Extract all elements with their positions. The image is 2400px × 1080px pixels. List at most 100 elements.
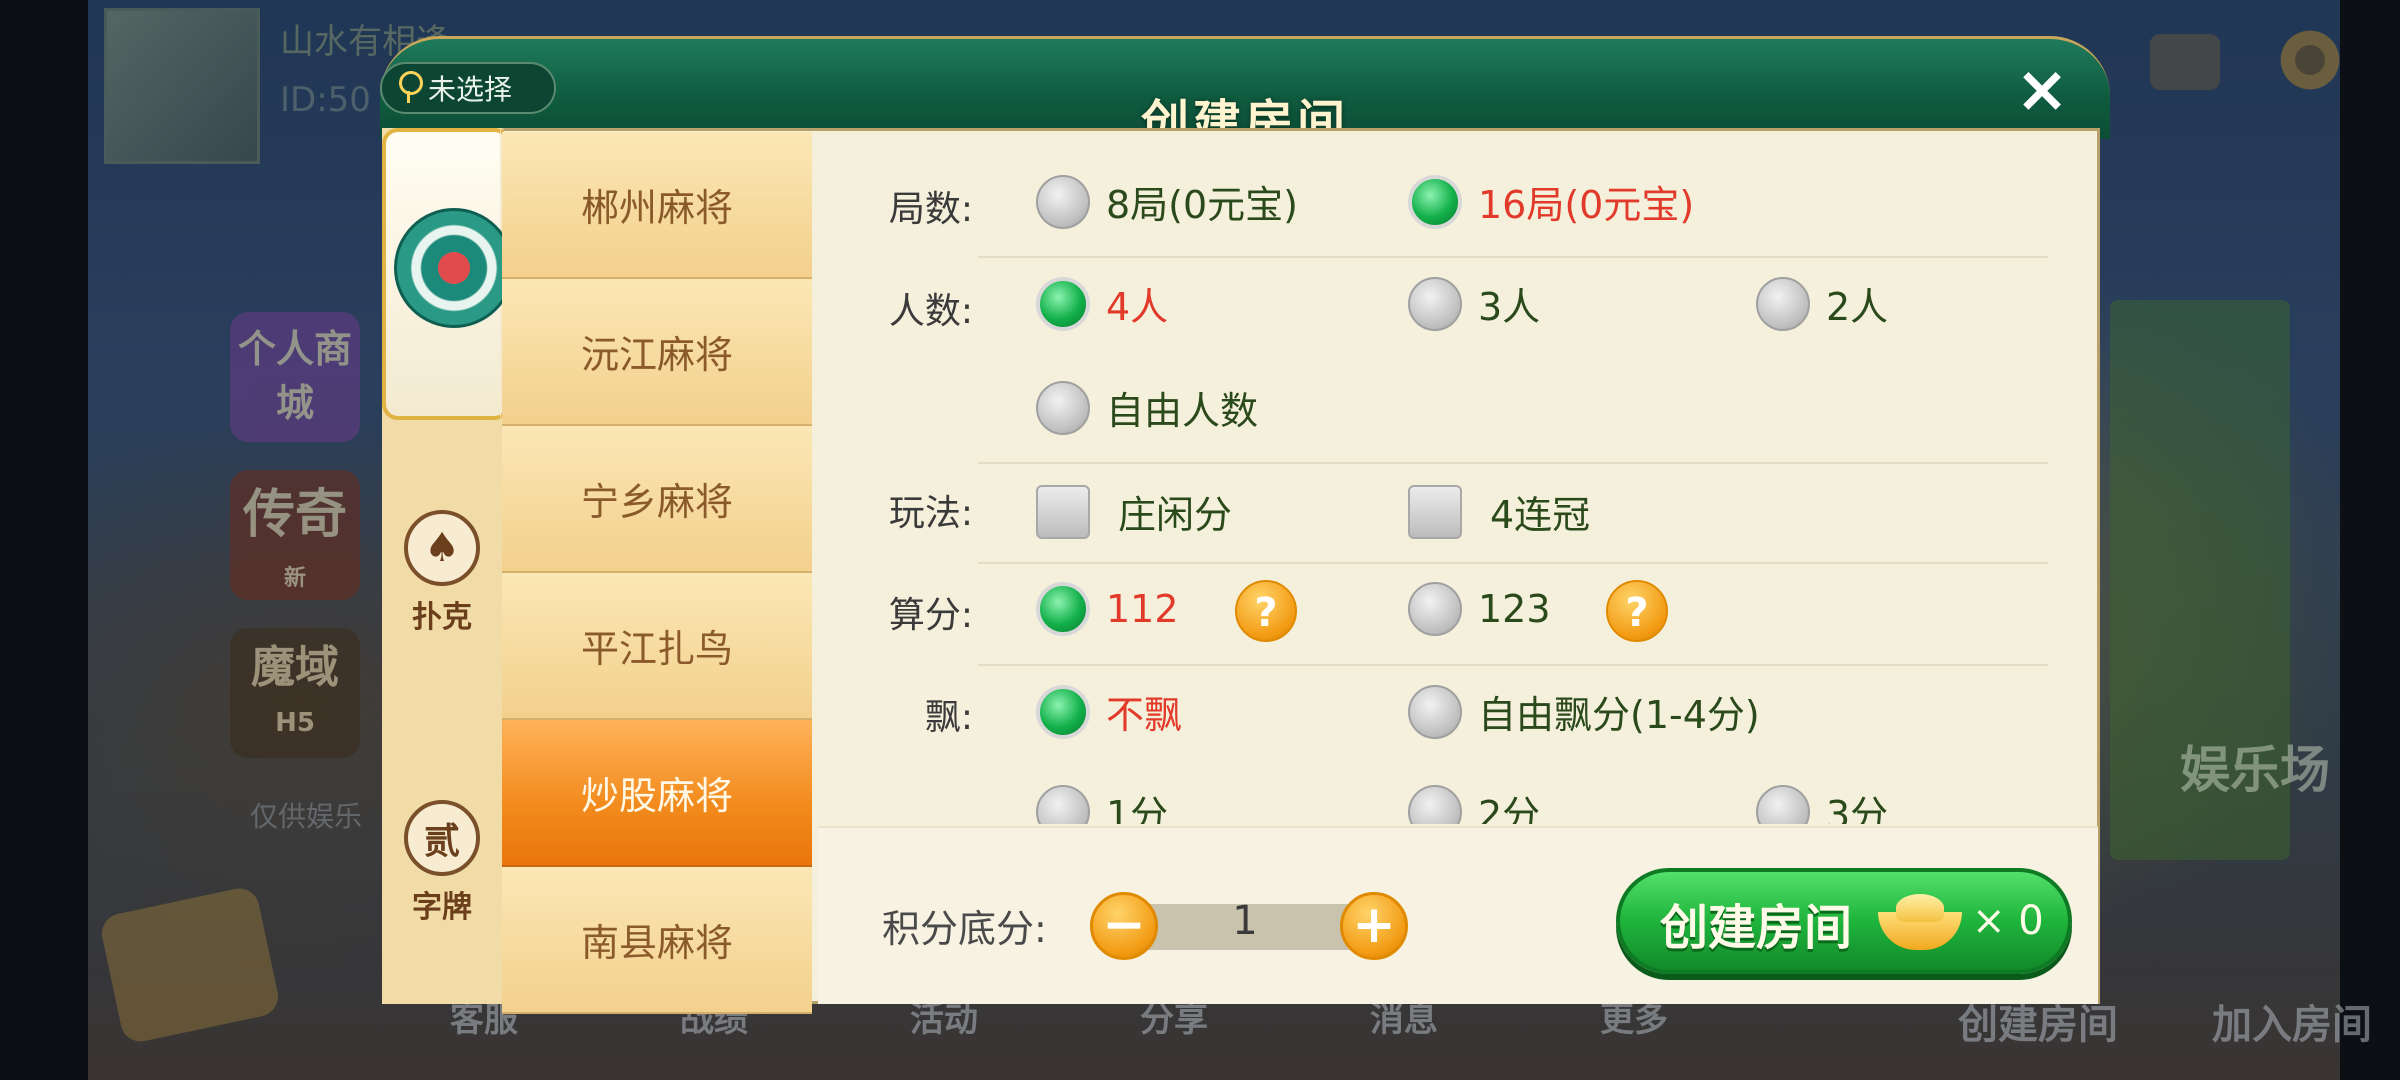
close-button[interactable]: × (2010, 58, 2074, 122)
rounds-label: 局数: (888, 189, 973, 230)
float-sub-option-2-label: 2分 (1478, 793, 1541, 824)
scoring-option-123-label: 123 (1478, 587, 1551, 631)
legend-label: 传奇 (242, 485, 347, 545)
divider (978, 462, 2048, 464)
legend-badge: 新 (283, 566, 306, 591)
create-room-cost: × 0 (1972, 898, 2044, 944)
gear-icon (2276, 26, 2344, 94)
base-score-value: 1 (1232, 898, 1258, 944)
players-option-3[interactable]: 3人 (1408, 276, 1540, 331)
players-option-4-label: 4人 (1106, 285, 1169, 329)
gold-ingot-icon (1878, 894, 1962, 950)
magic-label: 魔域 (251, 642, 339, 693)
checkbox (1408, 484, 1462, 539)
float-option-free[interactable]: 自由飘分(1-4分) (1408, 684, 1760, 739)
play-option-banker-score[interactable]: 庄闲分 (1036, 484, 1232, 539)
players-option-3-label: 3人 (1478, 285, 1541, 329)
play-option-banker-score-label: 庄闲分 (1118, 493, 1233, 537)
game-item-ningxiang[interactable]: 宁乡麻将 (502, 426, 812, 573)
rounds-option-16-label: 16局(0元宝) (1478, 183, 1695, 227)
float-label: 飘: (924, 697, 973, 738)
personal-mall-label: 个人商城 (237, 327, 352, 425)
divider (978, 256, 2048, 258)
mail-icon (2150, 34, 2220, 90)
entertainment-note: 仅供娱乐 (250, 800, 363, 833)
rounds-option-8-label: 8局(0元宝) (1106, 183, 1299, 227)
game-list: 郴州麻将 沅江麻将 宁乡麻将 平江扎鸟 炒股麻将 南县麻将 (502, 132, 812, 1014)
options-panel[interactable]: 局数: 8局(0元宝) 16局(0元宝) 人数: 4人 3人 2人 自由人数 玩… (818, 132, 2096, 824)
radio-dot (1408, 684, 1462, 739)
dialog-header: 创建房间 (380, 36, 2110, 151)
mahjong-icon-center (438, 252, 470, 284)
game-item-chenzhou[interactable]: 郴州麻将 (502, 132, 812, 279)
radio-dot-selected (1036, 276, 1090, 331)
scoring-option-112[interactable]: 112 (1036, 582, 1179, 636)
float-option-none-label: 不飘 (1106, 693, 1183, 737)
game-item-chaogu[interactable]: 炒股麻将 (502, 720, 812, 867)
scoring-112-help-icon[interactable]: ? (1235, 580, 1297, 642)
radio-dot (1036, 784, 1090, 824)
float-option-free-label: 自由飘分(1-4分) (1478, 693, 1760, 737)
category-word-cards-label: 字牌 (412, 890, 472, 925)
players-option-2[interactable]: 2人 (1756, 276, 1888, 331)
radio-dot (1036, 380, 1090, 435)
float-sub-option-1[interactable]: 1分 (1036, 784, 1168, 824)
category-word-cards[interactable]: 贰 字牌 (382, 800, 502, 926)
personal-mall-tile: 个人商城 (230, 312, 360, 442)
float-sub-option-1-label: 1分 (1106, 793, 1169, 824)
radio-dot (1408, 276, 1462, 331)
player-id: ID:50 (280, 80, 371, 120)
category-poker-label: 扑克 (412, 600, 472, 635)
checkbox (1036, 484, 1090, 539)
minus-button[interactable]: − (1090, 892, 1158, 960)
radio-dot (1756, 276, 1810, 331)
location-selector[interactable]: 未选择 (380, 62, 556, 114)
magic-sub-label: H5 (275, 708, 315, 738)
radio-dot (1408, 784, 1462, 824)
spade-icon: ♠ (404, 510, 480, 586)
game-item-yuanjiang[interactable]: 沅江麻将 (502, 279, 812, 426)
scoring-label: 算分: (888, 595, 973, 636)
play-option-4-streak-label: 4连冠 (1490, 493, 1591, 537)
players-option-free-label: 自由人数 (1106, 389, 1259, 433)
scoring-option-123[interactable]: 123 (1408, 582, 1551, 636)
radio-dot (1036, 174, 1090, 229)
rounds-option-16[interactable]: 16局(0元宝) (1408, 174, 1694, 229)
players-label: 人数: (888, 291, 973, 332)
float-option-none[interactable]: 不飘 (1036, 684, 1182, 739)
play-option-4-streak[interactable]: 4连冠 (1408, 484, 1590, 539)
create-room-label: 创建房间 (1660, 900, 1853, 956)
radio-dot-selected (1036, 582, 1090, 636)
scoring-123-help-icon[interactable]: ? (1606, 580, 1668, 642)
plus-button[interactable]: + (1340, 892, 1408, 960)
right-letterbox (2340, 0, 2400, 1080)
players-option-4[interactable]: 4人 (1036, 276, 1168, 331)
create-room-button[interactable]: 创建房间 × 0 (1616, 868, 2072, 974)
scoring-option-112-label: 112 (1106, 587, 1179, 631)
legend-tile: 传奇 新 (230, 470, 360, 600)
join-room-bg-label: 加入房间 (2212, 1002, 2372, 1048)
game-item-nanxian[interactable]: 南县麻将 (502, 867, 812, 1014)
category-poker[interactable]: ♠ 扑克 (382, 510, 502, 636)
radio-dot-selected (1408, 174, 1462, 229)
float-sub-option-3-label: 3分 (1826, 793, 1889, 824)
entertainment-area-label: 娱乐场 (2180, 741, 2330, 799)
radio-dot (1756, 784, 1810, 824)
game-item-pingjiang[interactable]: 平江扎鸟 (502, 573, 812, 720)
divider (978, 562, 2048, 564)
base-score-label: 积分底分: (882, 907, 1047, 951)
rounds-option-8[interactable]: 8局(0元宝) (1036, 174, 1298, 229)
radio-dot-selected (1036, 684, 1090, 739)
location-pin-icon (396, 71, 423, 105)
location-text: 未选择 (428, 73, 513, 106)
left-letterbox (0, 0, 88, 1080)
float-sub-option-2[interactable]: 2分 (1408, 784, 1540, 824)
play-label: 玩法: (888, 493, 973, 534)
er-character-icon: 贰 (404, 800, 480, 876)
players-option-free[interactable]: 自由人数 (1036, 380, 1258, 435)
float-sub-option-3[interactable]: 3分 (1756, 784, 1888, 824)
magic-tile: 魔域 H5 (230, 628, 360, 758)
ingot-top (1896, 894, 1944, 922)
divider (978, 664, 2048, 666)
radio-dot (1408, 582, 1462, 636)
